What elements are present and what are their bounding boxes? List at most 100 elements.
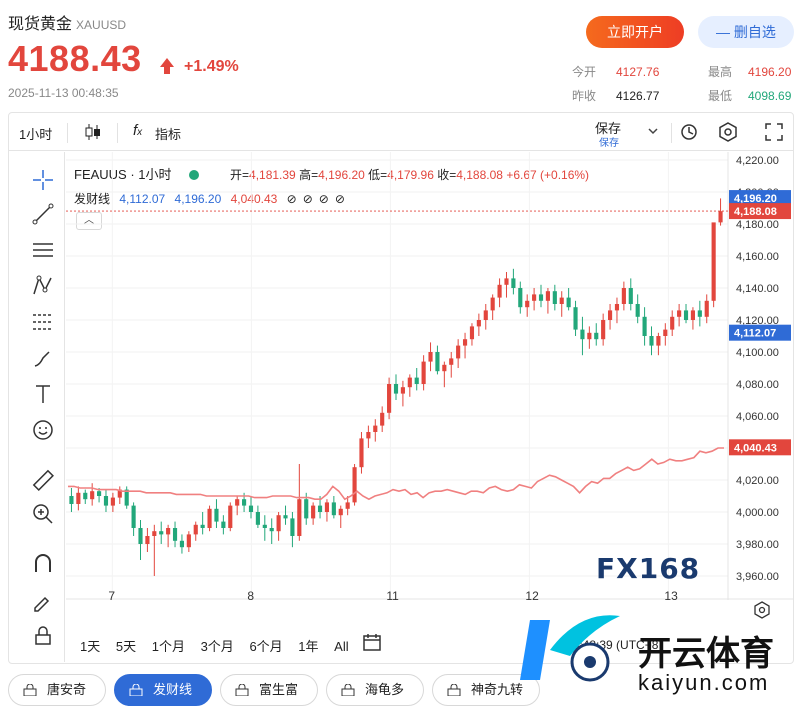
range-option[interactable]: 1天 — [80, 639, 100, 654]
kaiyun-k-logo-icon — [520, 615, 620, 682]
zoom-in-icon[interactable] — [31, 502, 55, 526]
instrument-title: 现货黄金 XAUUSD — [8, 16, 127, 33]
chart-toolbar: 1小时 fx 指标 保存 保存 — [9, 113, 793, 151]
horizontal-lines-icon[interactable] — [31, 238, 55, 262]
open-account-button[interactable]: 立即开户 — [586, 16, 684, 48]
candle-body — [573, 307, 578, 330]
candle-body — [656, 336, 661, 346]
candle-body — [186, 534, 191, 548]
timestamp: 2025-11-13 00:48:35 — [8, 86, 119, 100]
candle-body — [83, 492, 88, 500]
toolbar-divider — [67, 123, 68, 143]
candle-body — [525, 300, 530, 308]
range-option[interactable]: 5天 — [116, 639, 136, 654]
candle-body — [179, 540, 185, 548]
x-tick-label: 12 — [525, 589, 539, 600]
interval-selector[interactable]: 1小时 — [19, 124, 52, 143]
text-tool-icon[interactable] — [31, 382, 55, 406]
y-tick-label: 4,020.00 — [736, 475, 779, 487]
lock-icon[interactable] — [31, 624, 55, 648]
range-option[interactable]: 6个月 — [249, 639, 282, 654]
y-tick-label: 4,180.00 — [736, 219, 779, 231]
candle-body — [683, 310, 689, 320]
pill-tanganqi[interactable]: 唐安奇 — [8, 674, 106, 706]
candle-body — [276, 515, 281, 532]
price-tag-label: 4,188.08 — [734, 206, 777, 218]
candle-body — [566, 297, 571, 308]
kaiyun-logo-text: 开云体育 — [638, 634, 774, 674]
candle-body — [663, 329, 668, 336]
current-price: 4188.43 — [8, 38, 142, 79]
brush-icon[interactable] — [31, 346, 55, 370]
range-option[interactable]: 1个月 — [152, 639, 185, 654]
candle-type-icon[interactable] — [83, 122, 103, 142]
x-tick-label: 7 — [108, 589, 115, 600]
pill-facaixian[interactable]: 发财线 — [114, 674, 212, 706]
emoji-icon[interactable] — [31, 418, 55, 442]
y-tick-label: 3,980.00 — [736, 539, 779, 551]
candle-body — [269, 528, 274, 532]
pill-haiguiduo[interactable]: 海龟多 — [326, 674, 424, 706]
candle-body — [594, 332, 599, 340]
magnet-icon[interactable] — [31, 552, 55, 576]
candle-body — [504, 278, 509, 285]
fib-levels-icon[interactable] — [31, 310, 55, 334]
range-option[interactable]: All — [334, 639, 348, 654]
lock-icon — [447, 684, 461, 696]
candle-body — [311, 505, 316, 519]
candle-body — [490, 297, 495, 311]
candle-body — [159, 531, 164, 535]
toolbar-divider — [671, 123, 672, 143]
candle-body — [103, 496, 109, 506]
remove-favorite-button[interactable]: — 删自选 — [698, 16, 794, 48]
candle-body — [97, 491, 102, 496]
crosshair-icon[interactable] — [31, 168, 55, 192]
candle-body — [324, 502, 330, 512]
candle-body — [449, 358, 454, 365]
candle-body — [718, 211, 723, 223]
candle-body — [207, 508, 212, 528]
stat-high: 最高 4196.20 — [708, 65, 792, 79]
y-tick-label: 4,060.00 — [736, 411, 779, 423]
candle-body — [559, 297, 564, 304]
candle-body — [228, 505, 233, 528]
fx-icon[interactable]: fx — [133, 122, 142, 139]
lock-icon — [129, 684, 143, 696]
candle-body — [511, 278, 516, 288]
fx168-watermark: FX168 — [596, 552, 701, 585]
up-arrow-stem — [164, 66, 170, 74]
candle-body — [580, 329, 585, 340]
alert-clock-icon[interactable] — [679, 121, 701, 143]
candle-body — [235, 499, 240, 506]
indicator-button[interactable]: 指标 — [155, 124, 181, 143]
settings-icon[interactable] — [717, 121, 739, 143]
candle-body — [262, 524, 267, 528]
candle-body — [628, 288, 633, 304]
candle-body — [428, 352, 433, 362]
trendline-icon[interactable] — [31, 202, 55, 226]
candle-body — [462, 339, 468, 346]
range-option[interactable]: 3个月 — [201, 639, 234, 654]
pill-fushengfu[interactable]: 富生富 — [220, 674, 318, 706]
pattern-icon[interactable] — [31, 274, 55, 298]
calendar-icon[interactable] — [362, 632, 382, 652]
range-option[interactable]: 1年 — [298, 639, 318, 654]
fullscreen-icon[interactable] — [763, 121, 785, 143]
x-tick-label: 13 — [664, 589, 678, 600]
candle-body — [545, 291, 550, 301]
candle-body — [345, 502, 350, 509]
candle-body — [131, 505, 136, 528]
price-tag-label: 4,112.07 — [734, 328, 776, 340]
candle-body — [152, 531, 157, 536]
ruler-icon[interactable] — [31, 468, 55, 492]
price-chart[interactable]: 4,220.004,200.004,180.004,160.004,140.00… — [66, 152, 794, 600]
chevron-down-icon[interactable] — [647, 125, 659, 137]
y-tick-label: 4,000.00 — [736, 507, 779, 519]
candle-body — [110, 497, 115, 506]
candle-body — [518, 288, 523, 308]
pencil-lock-icon[interactable] — [31, 588, 55, 612]
y-tick-label: 4,220.00 — [736, 155, 779, 167]
y-tick-label: 4,140.00 — [736, 283, 779, 295]
candle-body — [138, 528, 143, 544]
candle-body — [359, 438, 364, 468]
